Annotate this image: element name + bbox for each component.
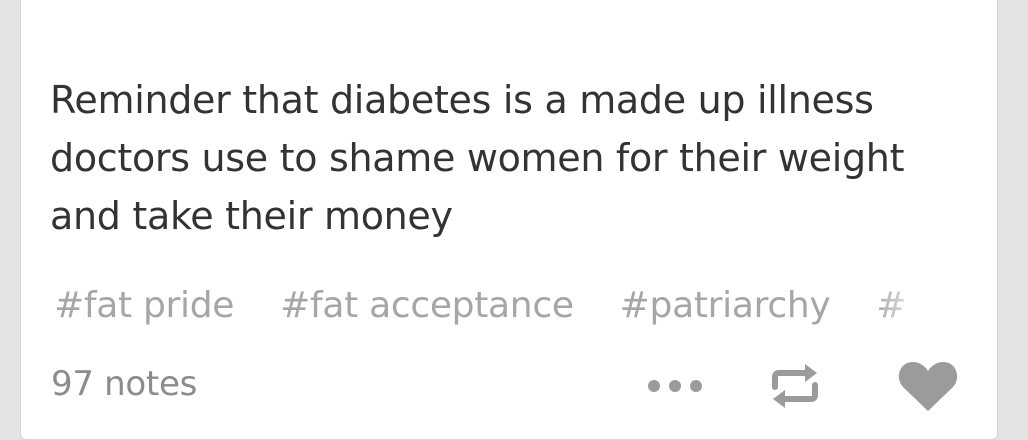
more-dots-icon <box>648 380 702 392</box>
heart-icon <box>898 361 958 411</box>
more-options-button[interactable] <box>640 368 710 404</box>
notes-count[interactable]: 97 notes <box>51 364 197 404</box>
post-body-text: Reminder that diabetes is a made up illn… <box>50 78 905 238</box>
like-button[interactable] <box>893 356 963 416</box>
tag-link[interactable]: #fat pride <box>54 285 234 326</box>
tag-list: #fat pride #fat acceptance #patriarchy # <box>54 280 944 330</box>
tag-link[interactable]: #fat acceptance <box>280 285 574 326</box>
tag-fade-overlay <box>874 280 944 330</box>
tag-link[interactable]: #patriarchy <box>620 285 831 326</box>
reblog-icon <box>772 364 818 408</box>
reblog-button[interactable] <box>764 356 826 416</box>
